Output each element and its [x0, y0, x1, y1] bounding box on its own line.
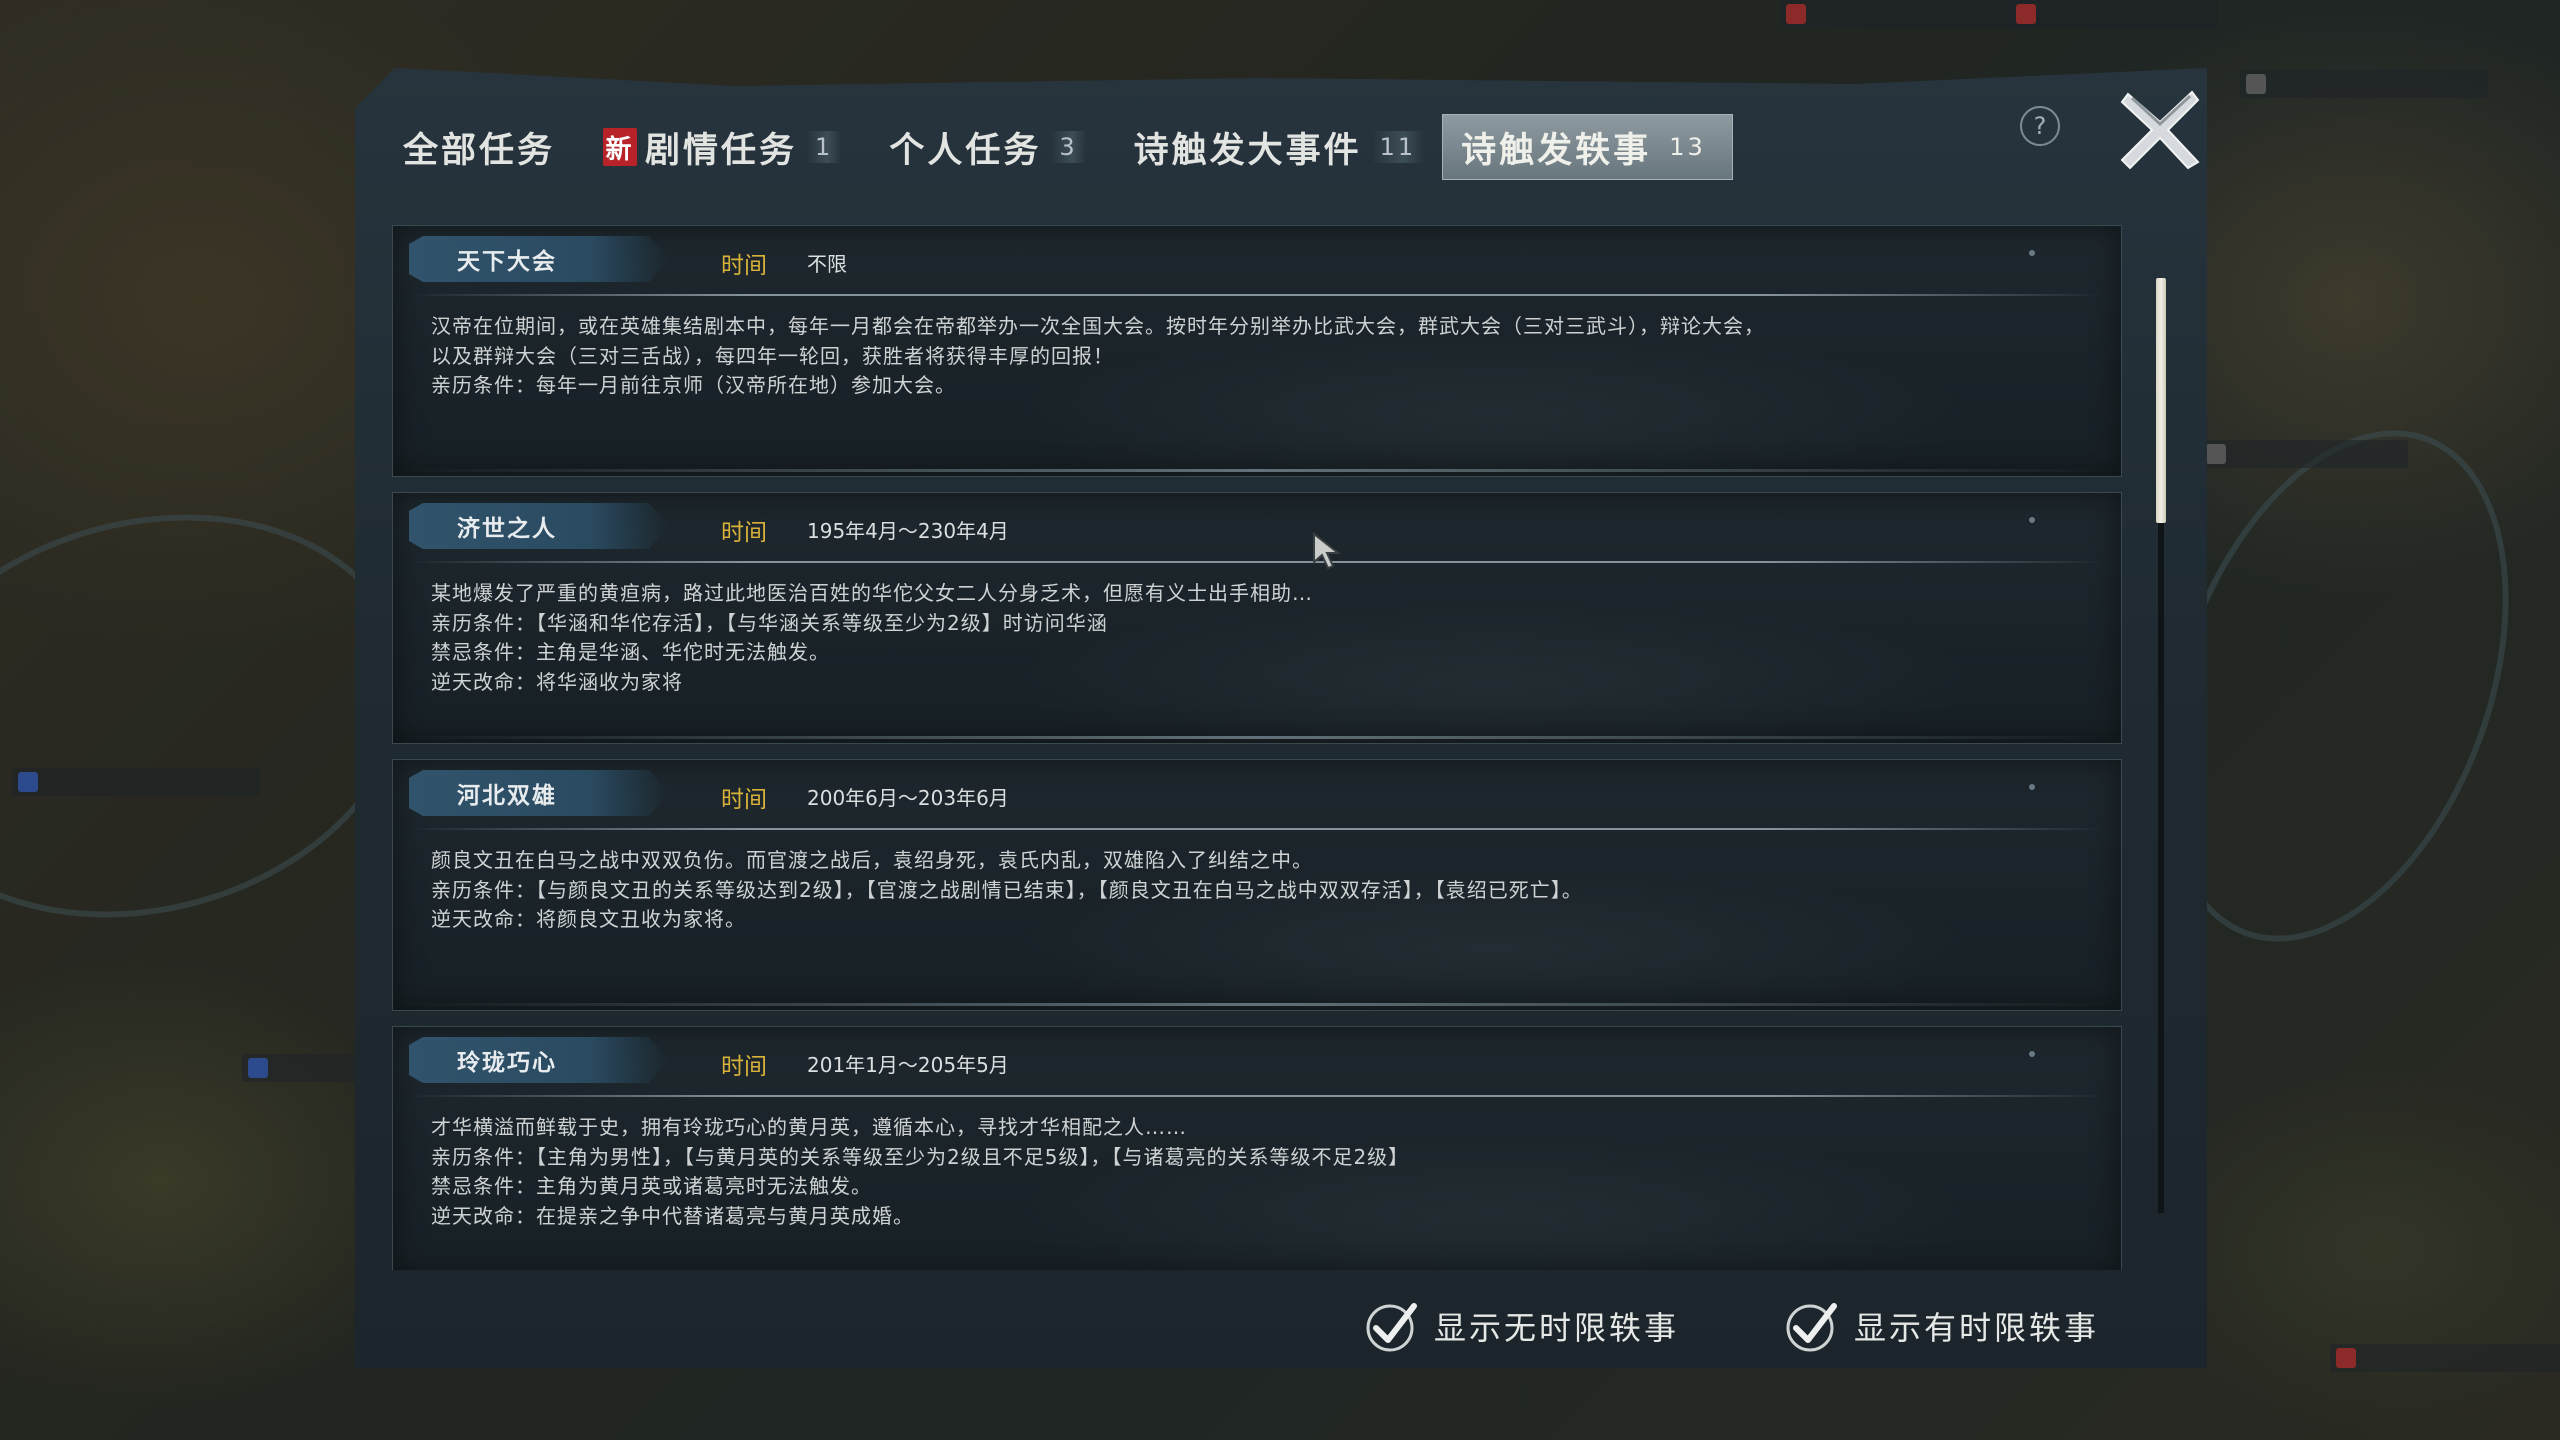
map-city-label[interactable]	[12, 768, 260, 796]
checkbox-label: 显示无时限轶事	[1434, 1309, 1680, 1347]
tab-label: 诗触发大事件	[1133, 130, 1362, 171]
event-title: 河北双雄	[409, 770, 669, 816]
tab-story-tasks[interactable]: 新 剧情任务 1	[585, 115, 859, 179]
mouse-cursor-icon	[1313, 532, 1341, 570]
card-ornament	[2029, 784, 2035, 790]
map-city-label[interactable]	[2240, 70, 2488, 98]
description-line: 以及群辩大会（三对三舌战），每四年一轮回，获胜者将获得丰厚的回报！	[431, 343, 1114, 368]
faction-flag-icon	[1786, 4, 1806, 24]
event-description: 才华横溢而鲜载于史，拥有玲珑巧心的黄月英，遵循本心，寻找才华相配之人…… 亲历条…	[431, 1113, 2091, 1231]
faction-flag-icon	[2246, 74, 2266, 94]
time-value: 195年4月～230年4月	[807, 519, 1009, 543]
condition-line: 亲历条件：【与颜良文丑的关系等级达到2级】，【官渡之战剧情已结束】，【颜良文丑在…	[431, 877, 1583, 902]
event-title: 济世之人	[409, 503, 669, 549]
condition-line: 亲历条件：每年一月前往京师（汉帝所在地）参加大会。	[431, 373, 956, 397]
tab-label: 全部任务	[403, 130, 556, 171]
event-card[interactable]: 玲珑巧心 时间 201年1月～205年5月 才华横溢而鲜载于史，拥有玲珑巧心的黄…	[392, 1026, 2122, 1270]
divider	[409, 561, 2105, 563]
faction-flag-icon	[2016, 4, 2036, 24]
tab-anecdotes[interactable]: 诗触发轶事 13	[1442, 114, 1733, 180]
help-icon[interactable]: ?	[2020, 106, 2060, 146]
checkmark-icon	[1366, 1303, 1417, 1352]
event-card[interactable]: 天下大会 时间 不限 汉帝在位期间，或在英雄集结剧本中，每年一月都会在帝都举办一…	[392, 225, 2122, 477]
tab-label: 个人任务	[889, 130, 1042, 171]
description-line: 某地爆发了严重的黄疸病，路过此地医治百姓的华佗父女二人分身乏术，但愿有义士出手相…	[431, 581, 1313, 605]
condition-line: 亲历条件：【主角为男性】，【与黄月英的关系等级至少为2级且不足5级】，【与诸葛亮…	[431, 1144, 1410, 1169]
new-badge: 新	[603, 128, 638, 166]
event-title: 玲珑巧心	[409, 1037, 669, 1083]
faction-flag-icon	[18, 772, 38, 792]
time-label: 时间	[721, 1054, 767, 1080]
event-description: 某地爆发了严重的黄疸病，路过此地医治百姓的华佗父女二人分身乏术，但愿有义士出手相…	[431, 579, 2091, 697]
tab-bar: 全部任务 新 剧情任务 1 个人任务 3 诗触发大事件 11 诗触发轶事 13	[385, 112, 1733, 182]
description-line: 汉帝在位期间，或在英雄集结剧本中，每年一月都会在帝都举办一次全国大会。按时年分别…	[431, 314, 1765, 338]
event-title: 天下大会	[409, 236, 669, 282]
tab-label: 剧情任务	[645, 130, 798, 171]
map-city-label[interactable]	[2200, 440, 2408, 468]
event-list: 天下大会 时间 不限 汉帝在位期间，或在英雄集结剧本中，每年一月都会在帝都举办一…	[392, 225, 2126, 1270]
scrollbar-thumb[interactable]	[2156, 278, 2166, 523]
card-ornament	[2029, 250, 2035, 256]
tab-count: 13	[1669, 133, 1706, 161]
show-timed-checkbox[interactable]: 显示有时限轶事	[1784, 1298, 2099, 1354]
event-card[interactable]: 济世之人 时间 195年4月～230年4月 某地爆发了严重的黄疸病，路过此地医治…	[392, 492, 2122, 744]
tab-label: 诗触发轶事	[1461, 130, 1652, 171]
faction-flag-icon	[2336, 1348, 2356, 1368]
event-description: 汉帝在位期间，或在英雄集结剧本中，每年一月都会在帝都举办一次全国大会。按时年分别…	[431, 312, 2091, 401]
card-ornament	[2029, 517, 2035, 523]
faction-flag-icon	[2206, 444, 2226, 464]
divider	[409, 828, 2105, 830]
condition-line: 逆天改命：将华涵收为家将	[431, 669, 683, 694]
tab-count: 1	[807, 131, 842, 163]
tab-count: 3	[1051, 131, 1086, 163]
faction-flag-icon	[248, 1058, 268, 1078]
time-label: 时间	[721, 787, 767, 813]
divider	[409, 1095, 2105, 1097]
event-description: 颜良文丑在白马之战中双双负伤。而官渡之战后，袁绍身死，袁氏内乱，双雄陷入了纠结之…	[431, 846, 2091, 935]
condition-line: 逆天改命：将颜良文丑收为家将。	[431, 907, 746, 931]
map-city-label[interactable]	[2330, 1344, 2560, 1372]
tab-personal-tasks[interactable]: 个人任务 3	[871, 115, 1103, 179]
divider	[409, 294, 2105, 296]
time-value: 201年1月～205年5月	[807, 1053, 1009, 1077]
condition-line: 逆天改命：在提亲之争中代替诸葛亮与黄月英成婚。	[431, 1203, 914, 1228]
condition-line: 禁忌条件：主角是华涵、华佗时无法触发。	[431, 640, 830, 664]
description-line: 才华横溢而鲜载于史，拥有玲珑巧心的黄月英，遵循本心，寻找才华相配之人……	[431, 1115, 1187, 1139]
condition-line: 禁忌条件：主角为黄月英或诸葛亮时无法触发。	[431, 1174, 872, 1198]
tab-major-events[interactable]: 诗触发大事件 11	[1116, 115, 1443, 179]
tab-count: 11	[1371, 131, 1425, 163]
event-card[interactable]: 河北双雄 时间 200年6月～203年6月 颜良文丑在白马之战中双双负伤。而官渡…	[392, 759, 2122, 1011]
show-untimed-checkbox[interactable]: 显示无时限轶事	[1364, 1298, 1679, 1354]
card-ornament	[2029, 1051, 2035, 1057]
tab-all-tasks[interactable]: 全部任务	[385, 115, 573, 179]
time-label: 时间	[721, 253, 767, 279]
map-city-label[interactable]	[1780, 0, 2028, 28]
condition-line: 亲历条件：【华涵和华佗存活】，【与华涵关系等级至少为2级】时访问华涵	[431, 610, 1108, 635]
time-label: 时间	[721, 520, 767, 546]
time-value: 200年6月～203年6月	[807, 786, 1009, 810]
close-icon[interactable]	[2118, 88, 2202, 172]
checkbox-label: 显示有时限轶事	[1854, 1309, 2100, 1347]
map-city-label[interactable]	[2010, 0, 2218, 28]
checkmark-icon	[1786, 1303, 1837, 1352]
time-value: 不限	[807, 252, 847, 276]
description-line: 颜良文丑在白马之战中双双负伤。而官渡之战后，袁绍身死，袁氏内乱，双雄陷入了纠结之…	[431, 848, 1313, 872]
